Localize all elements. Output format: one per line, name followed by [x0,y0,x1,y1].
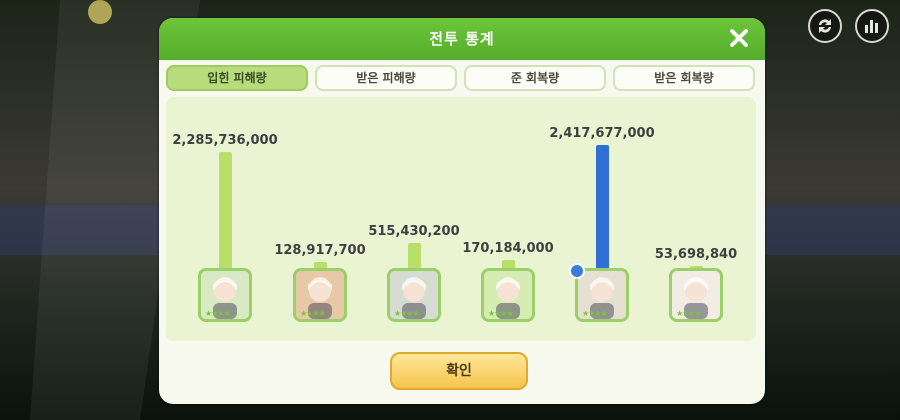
damage-value-label: 128,917,700 [274,243,366,259]
character-portrait[interactable]: ★★★★ [481,268,535,322]
damage-bar [218,151,232,269]
stats-icon [865,20,878,33]
damage-bar [407,242,421,269]
tab-damage-taken[interactable]: 받은 피해량 [315,65,457,91]
refresh-button[interactable] [808,9,842,43]
title-bar: 전투 통계 [159,18,765,60]
character-portrait[interactable]: ★★★★ [293,268,347,322]
damage-value-label: 170,184,000 [462,241,554,257]
refresh-icon [819,19,831,33]
tab-healing-done[interactable]: 준 회복량 [464,65,606,91]
character-portrait[interactable]: ★★★★ [387,268,441,322]
damage-value-label: 2,285,736,000 [172,132,278,148]
panel-title: 전투 통계 [429,30,495,48]
damage-chart: 2,285,736,000 ★★★★ 128,917,700 ★★★★ 515,430,… [166,97,756,341]
stats-button[interactable] [855,9,889,43]
tab-bar: 입힌 피해량 받은 피해량 준 회복량 받은 회복량 [166,65,758,91]
character-portrait[interactable]: ★★★★ [198,268,252,322]
damage-bar [595,145,609,269]
damage-value-label: 2,417,677,000 [549,126,655,141]
star-rating: ★★★★ [488,309,514,318]
close-icon[interactable] [729,28,749,48]
tab-damage-dealt[interactable]: 입힌 피해량 [166,65,308,91]
damage-value-label: 53,698,840 [654,247,738,263]
star-rating: ★★★★ [300,309,326,318]
battle-stats-panel: 전투 통계 입힌 피해량 받은 피해량 준 회복량 받은 회복량 2,285,7… [159,18,765,404]
star-rating: ★★★★ [676,309,702,318]
damage-value-label: 515,430,200 [368,223,460,239]
tab-healing-received[interactable]: 받은 회복량 [613,65,755,91]
character-portrait[interactable]: ★★★★ [669,268,723,322]
like-icon [569,263,585,279]
star-rating: ★★★★ [394,309,420,318]
star-rating: ★★★★ [582,309,608,318]
confirm-button[interactable]: 확인 [390,352,528,390]
star-rating: ★★★★ [205,309,231,318]
